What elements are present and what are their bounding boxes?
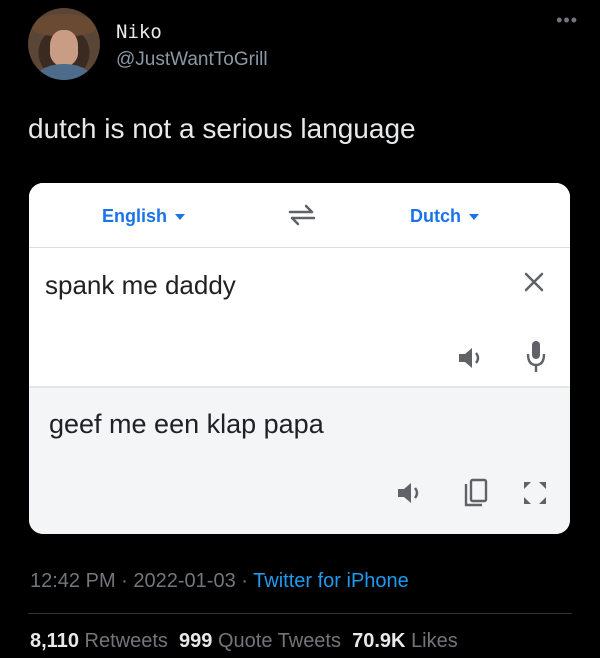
translate-screenshot-card: English Dutch spank me daddy geef me een… — [29, 183, 570, 534]
tweet-meta: 12:42 PM · 2022-01-03 · Twitter for iPho… — [30, 570, 409, 593]
retweets-stat[interactable]: 8,110 Retweets — [30, 630, 168, 652]
close-icon[interactable] — [520, 268, 548, 296]
tweet-time[interactable]: 12:42 PM — [30, 570, 116, 592]
quotes-stat[interactable]: 999 Quote Tweets — [179, 630, 341, 652]
target-language-label: Dutch — [410, 206, 461, 226]
author-name[interactable]: Niko — [116, 21, 162, 43]
retweets-label: Retweets — [84, 630, 168, 652]
likes-count: 70.9K — [352, 630, 406, 652]
meta-separator: · — [241, 570, 248, 592]
chevron-down-icon — [175, 214, 186, 221]
avatar-face — [50, 30, 78, 64]
source-text-area[interactable]: spank me daddy — [29, 248, 570, 388]
speaker-icon[interactable] — [457, 346, 487, 370]
source-language-selector[interactable]: English — [102, 206, 186, 227]
source-text: spank me daddy — [45, 270, 236, 300]
language-bar: English Dutch — [29, 183, 570, 248]
more-options-icon[interactable]: ••• — [556, 10, 578, 31]
likes-label: Likes — [411, 630, 458, 652]
swap-arrows-icon[interactable] — [286, 203, 318, 227]
avatar-shirt — [38, 64, 90, 80]
meta-separator: · — [121, 570, 128, 592]
tweet-header: Niko @JustWantToGrill ••• — [28, 8, 578, 80]
likes-stat[interactable]: 70.9K Likes — [352, 630, 458, 652]
retweets-count: 8,110 — [30, 630, 79, 652]
tweet-source-link[interactable]: Twitter for iPhone — [253, 570, 409, 592]
translation-area: geef me een klap papa — [29, 388, 570, 534]
quotes-label: Quote Tweets — [217, 630, 341, 652]
translated-text: geef me een klap papa — [49, 409, 324, 439]
copy-icon[interactable] — [463, 478, 489, 508]
microphone-icon[interactable] — [525, 340, 547, 374]
engagement-stats: 8,110 Retweets 999 Quote Tweets 70.9K Li… — [30, 630, 458, 653]
tweet-date[interactable]: 2022-01-03 — [133, 570, 235, 592]
source-language-label: English — [102, 206, 168, 226]
target-language-selector[interactable]: Dutch — [410, 206, 479, 227]
author-handle[interactable]: @JustWantToGrill — [116, 49, 268, 71]
expand-icon[interactable] — [520, 478, 550, 508]
avatar[interactable] — [28, 8, 100, 80]
divider — [28, 613, 572, 614]
speaker-icon[interactable] — [396, 481, 426, 505]
quotes-count: 999 — [179, 630, 213, 652]
tweet-text: dutch is not a serious language — [28, 113, 416, 144]
chevron-down-icon — [469, 214, 479, 221]
